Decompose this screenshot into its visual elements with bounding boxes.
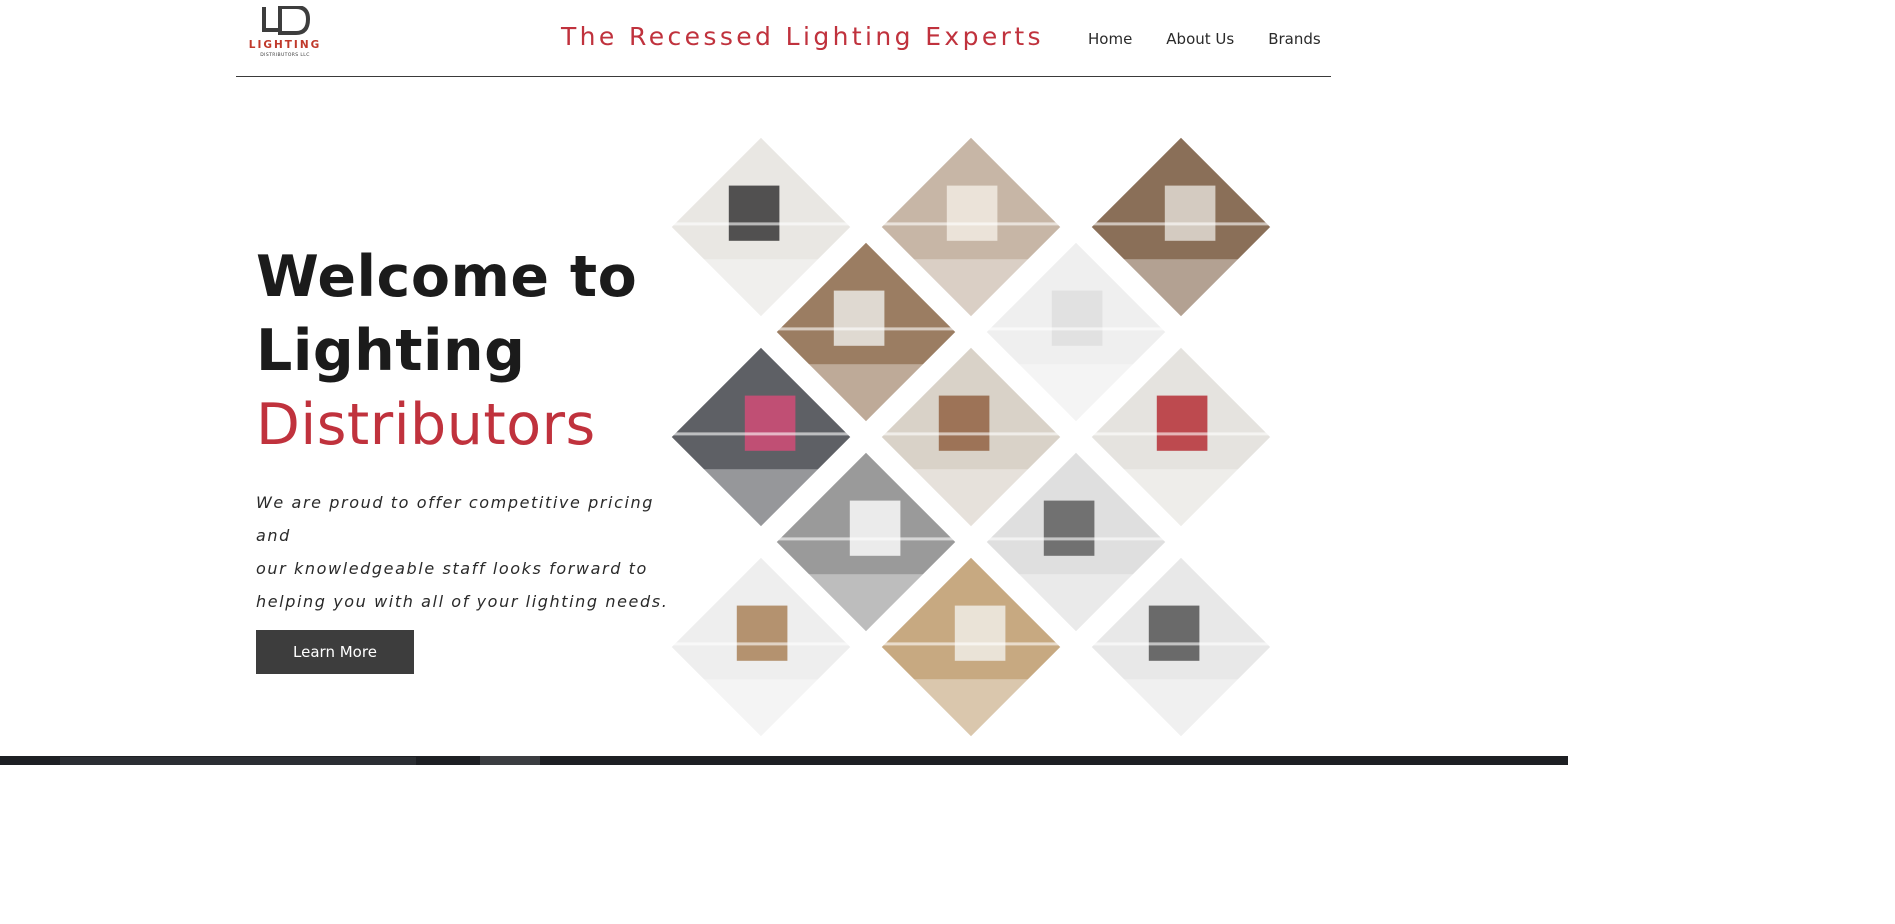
- hero-title-line2: Lighting: [256, 318, 526, 384]
- hero-title: Welcome to Lighting Distributors: [256, 240, 676, 462]
- nav-home[interactable]: Home: [1088, 30, 1132, 48]
- logo-wordmark: LIGHTING: [248, 39, 322, 51]
- site-header: LIGHTING DISTRIBUTORS LLC The Recessed L…: [236, 0, 1331, 77]
- hero-description-line3: helping you with all of your lighting ne…: [256, 592, 669, 611]
- hero-title-line3: Distributors: [256, 392, 596, 458]
- hero-title-line1: Welcome to: [256, 244, 638, 310]
- site-tagline: The Recessed Lighting Experts: [561, 22, 1044, 51]
- photo-mosaic: [668, 134, 1276, 742]
- hero-description: We are proud to offer competitive pricin…: [256, 486, 676, 618]
- nav-about-us[interactable]: About Us: [1166, 30, 1234, 48]
- brand-logo[interactable]: LIGHTING DISTRIBUTORS LLC: [248, 4, 322, 62]
- os-taskbar: [0, 756, 1568, 765]
- nav-brands[interactable]: Brands: [1268, 30, 1321, 48]
- taskbar-window-button[interactable]: [60, 757, 416, 765]
- main-nav: Home About Us Brands: [1088, 30, 1355, 48]
- learn-more-button[interactable]: Learn More: [256, 630, 414, 674]
- hero-description-line2: our knowledgeable staff looks forward to: [256, 559, 648, 578]
- hero-description-line1: We are proud to offer competitive pricin…: [256, 493, 655, 545]
- ld-logo-icon: [262, 6, 310, 35]
- logo-subtitle: DISTRIBUTORS LLC: [260, 53, 310, 58]
- taskbar-app-button[interactable]: [480, 756, 540, 765]
